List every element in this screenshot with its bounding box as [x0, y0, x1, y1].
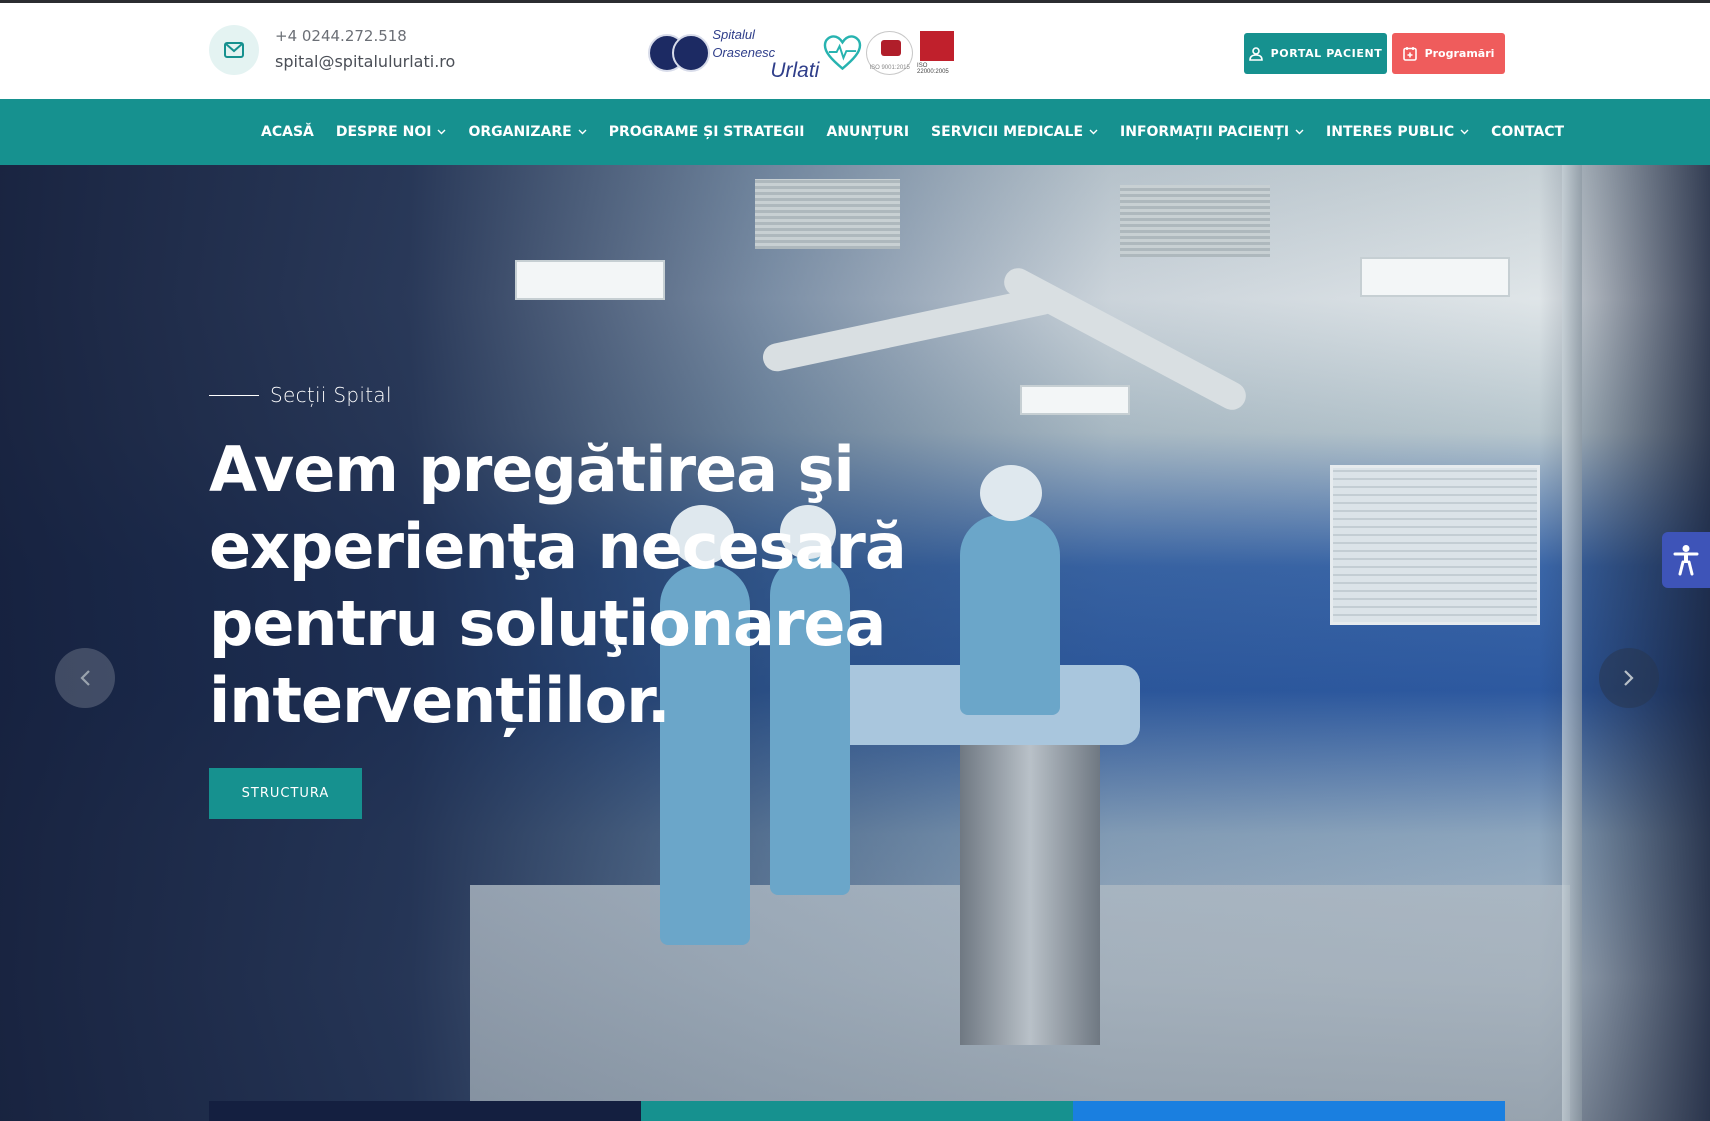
phone-number[interactable]: +4 0244.272.518 — [275, 25, 455, 47]
nav-item-contact[interactable]: CONTACT — [1491, 124, 1564, 140]
email-address[interactable]: spital@spitalulurlati.ro — [275, 49, 455, 75]
hero-tagline-text: Secții Spital — [270, 383, 392, 407]
nav-item-label: ANUNȚURI — [826, 124, 910, 140]
ceiling-vent — [755, 179, 900, 249]
nav-item-label: CONTACT — [1491, 124, 1565, 140]
nav-item-label: PROGRAME ȘI STRATEGII — [608, 124, 805, 140]
feature-tab-2[interactable] — [641, 1101, 1073, 1121]
door-frame — [1562, 165, 1582, 1121]
logo-name-line2: Urlati — [770, 59, 820, 82]
feature-tab-3[interactable] — [1073, 1101, 1505, 1121]
ceiling-light — [1020, 385, 1130, 415]
calendar-plus-icon — [1402, 47, 1417, 61]
hero-headline: Avem pregătirea şi experienţa necesară p… — [209, 433, 907, 737]
nav-item-label: DESPRE NOI — [335, 124, 432, 140]
logo-name-line1: Spitalul Orasenesc — [712, 27, 776, 60]
nav-item-label: INFORMAȚII PACIENȚI — [1120, 124, 1290, 140]
nav-item-anunțuri[interactable]: ANUNȚURI — [827, 124, 910, 140]
structura-button[interactable]: STRUCTURA — [209, 768, 362, 819]
nav-item-servicii-medicale[interactable]: SERVICII MEDICALE — [931, 124, 1098, 140]
chevron-down-icon — [437, 129, 446, 135]
window — [1330, 465, 1540, 625]
envelope-icon — [209, 25, 259, 75]
tagline-line — [209, 394, 259, 396]
portal-pacient-label: PORTAL PACIENT — [1270, 47, 1383, 60]
chevron-down-icon — [1460, 129, 1469, 135]
nav-item-label: ORGANIZARE — [468, 124, 572, 140]
chevron-down-icon — [1089, 129, 1098, 135]
chevron-down-icon — [578, 129, 587, 135]
iso-9001-badge: ISO 9001:2015 — [866, 31, 914, 75]
portal-pacient-button[interactable]: PORTAL PACIENT — [1244, 33, 1387, 74]
site-header: +4 0244.272.518 spital@spitalulurlati.ro… — [0, 3, 1710, 99]
contact-block: +4 0244.272.518 spital@spitalulurlati.ro — [209, 25, 455, 75]
hero-tagline: Secții Spital — [209, 383, 392, 407]
chevron-left-icon — [80, 670, 90, 686]
nav-item-organizare[interactable]: ORGANIZARE — [468, 124, 587, 140]
programari-label: Programări — [1424, 47, 1495, 60]
nav-item-despre-noi[interactable]: DESPRE NOI — [336, 124, 447, 140]
ceiling-light — [515, 260, 665, 300]
nav-item-programe-și-strategii[interactable]: PROGRAME ȘI STRATEGII — [609, 124, 805, 140]
nav-item-interes-public[interactable]: INTERES PUBLIC — [1326, 124, 1469, 140]
nav-item-label: SERVICII MEDICALE — [931, 124, 1084, 140]
nav-item-label: ACASĂ — [261, 124, 314, 140]
chevron-down-icon — [1295, 129, 1304, 135]
slider-prev-button[interactable] — [55, 648, 115, 708]
heart-pulse-icon — [824, 35, 862, 71]
nav-item-label: INTERES PUBLIC — [1326, 124, 1455, 140]
user-icon — [1248, 46, 1263, 61]
ceiling-vent — [1120, 185, 1270, 257]
feature-tab-1[interactable] — [209, 1101, 641, 1121]
nav-item-acasă[interactable]: ACASĂ — [261, 124, 314, 140]
operating-table-base — [960, 745, 1100, 1045]
accessibility-button[interactable] — [1662, 532, 1710, 588]
hero-slider: Secții Spital Avem pregătirea şi experie… — [0, 165, 1710, 1121]
logo-seal — [648, 32, 710, 74]
iso-22000-badge: ISO 22000:2005 — [917, 31, 956, 75]
bottom-feature-tabs — [209, 1101, 1505, 1121]
hospital-logo[interactable]: Spitalul Orasenesc Urlati ISO 9001:2015 … — [648, 26, 956, 82]
chevron-right-icon — [1624, 670, 1634, 686]
main-navigation: ACASĂ DESPRE NOI ORGANIZARE PROGRAME ȘI STR… — [0, 99, 1710, 165]
slider-next-button[interactable] — [1599, 648, 1659, 708]
surgeon-cap — [980, 465, 1042, 521]
surgical-lamp-arm — [760, 284, 1060, 374]
accessibility-icon — [1673, 545, 1699, 576]
programari-button[interactable]: Programări — [1392, 33, 1505, 74]
surgeon-figure — [960, 515, 1060, 715]
logo-text: Spitalul Orasenesc Urlati — [712, 26, 820, 82]
ceiling-light — [1360, 257, 1510, 297]
nav-item-informații-pacienți[interactable]: INFORMAȚII PACIENȚI — [1120, 124, 1304, 140]
